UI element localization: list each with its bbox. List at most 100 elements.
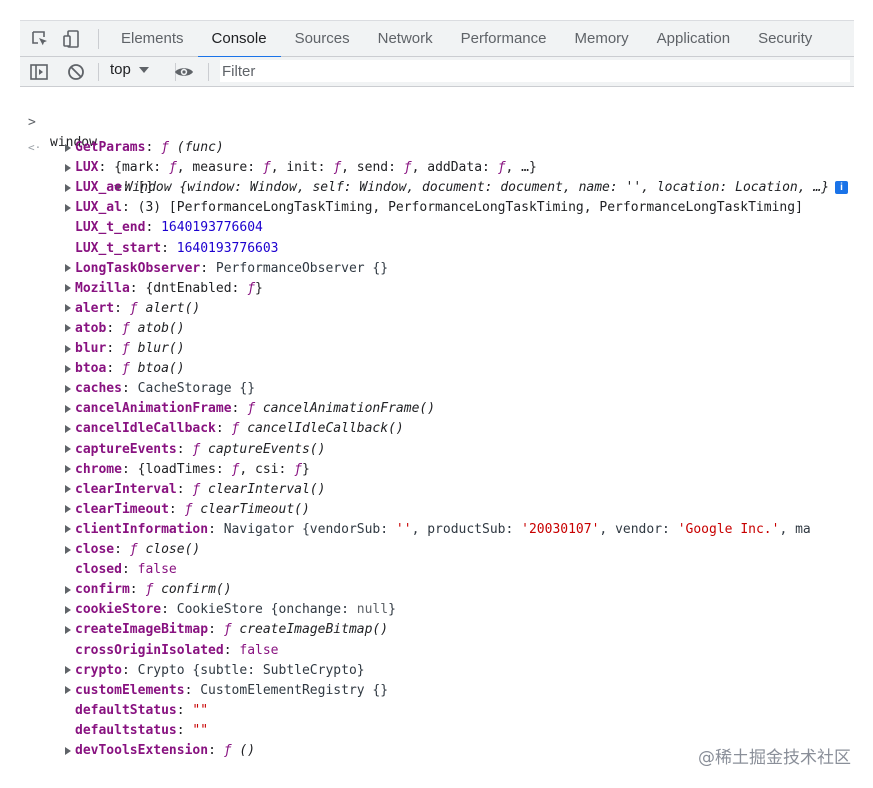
- property-row[interactable]: clearTimeout: ƒ clearTimeout(): [65, 500, 310, 520]
- expand-triangle-icon[interactable]: [65, 324, 71, 333]
- property-key: GetParams: [75, 140, 146, 155]
- property-row[interactable]: cancelIdleCallback: ƒ cancelIdleCallback…: [65, 419, 404, 439]
- property-value-part: , productSub:: [411, 521, 522, 537]
- expand-triangle-icon[interactable]: [65, 505, 71, 514]
- property-row[interactable]: cancelAnimationFrame: ƒ cancelAnimationF…: [65, 399, 435, 419]
- expand-triangle-icon[interactable]: [65, 284, 71, 293]
- property-row[interactable]: Mozilla: {dntEnabled: ƒ}: [65, 279, 263, 299]
- devtools-panel: Elements Console Sources Network Perform…: [20, 20, 854, 768]
- property-value-part: , csi:: [239, 461, 295, 477]
- property-key: atob: [75, 320, 107, 336]
- property-row[interactable]: devToolsExtension: ƒ (): [65, 741, 255, 761]
- property-value-part: Crypto {subtle: SubtleCrypto}: [137, 662, 365, 678]
- sidebar-toggle-icon[interactable]: [29, 62, 49, 82]
- property-value-part: 'Google Inc.': [677, 521, 780, 537]
- context-selector[interactable]: top: [110, 61, 151, 78]
- info-icon[interactable]: i: [835, 181, 849, 194]
- property-row[interactable]: cookieStore: CookieStore {onchange: null…: [65, 600, 396, 620]
- property-value-part: []: [137, 180, 154, 196]
- expand-triangle-icon[interactable]: [65, 485, 71, 494]
- property-row[interactable]: alert: ƒ alert(): [65, 299, 200, 319]
- property-row[interactable]: chrome: {loadTimes: ƒ, csi: ƒ}: [65, 460, 310, 480]
- key-separator: :: [121, 180, 138, 196]
- property-row[interactable]: GetParams: ƒ (func): [65, 138, 224, 158]
- expand-triangle-icon[interactable]: [65, 585, 71, 594]
- expand-triangle-icon[interactable]: [65, 746, 71, 755]
- property-row[interactable]: LUX: {mark: ƒ, measure: ƒ, init: ƒ, send…: [65, 158, 537, 178]
- property-row[interactable]: crypto: Crypto {subtle: SubtleCrypto}: [65, 661, 365, 681]
- property-value-part: (): [231, 743, 256, 758]
- property-row[interactable]: LongTaskObserver: PerformanceObserver {}: [65, 259, 388, 279]
- expand-triangle-icon[interactable]: [65, 344, 71, 353]
- device-toggle-icon[interactable]: [62, 29, 82, 49]
- property-key: close: [75, 542, 115, 557]
- expand-triangle-icon[interactable]: [65, 465, 71, 474]
- expand-triangle-icon[interactable]: [65, 525, 71, 534]
- inspect-element-icon[interactable]: [30, 29, 50, 49]
- property-row[interactable]: captureEvents: ƒ captureEvents(): [65, 440, 325, 460]
- property-row[interactable]: LUX_ae: []: [65, 178, 153, 198]
- expand-triangle-icon[interactable]: [65, 424, 71, 433]
- property-row[interactable]: clientInformation: Navigator {vendorSub:…: [65, 520, 811, 540]
- property-row[interactable]: caches: CacheStorage {}: [65, 379, 255, 399]
- property-value-part: {loadTimes:: [137, 461, 232, 477]
- expand-triangle-icon[interactable]: [65, 605, 71, 614]
- watermark-text: @稀土掘金技术社区: [698, 748, 851, 768]
- property-row[interactable]: customElements: CustomElementRegistry {}: [65, 681, 388, 701]
- property-value-part: ƒ: [247, 280, 256, 296]
- property-row[interactable]: atob: ƒ atob(): [65, 319, 185, 339]
- tab-sources[interactable]: Sources: [281, 21, 364, 57]
- expand-triangle-icon[interactable]: [65, 264, 71, 273]
- expand-triangle-icon[interactable]: [65, 203, 71, 212]
- expand-triangle-icon[interactable]: [65, 143, 71, 152]
- property-row[interactable]: confirm: ƒ confirm(): [65, 580, 232, 600]
- tab-application[interactable]: Application: [643, 21, 744, 57]
- property-key: LUX_ae: [75, 180, 122, 196]
- property-value-part: confirm(): [153, 582, 232, 598]
- property-value-part: ƒ: [121, 361, 130, 377]
- tab-elements[interactable]: Elements: [107, 21, 198, 57]
- property-row: defaultStatus: "": [65, 701, 208, 721]
- expand-triangle-icon[interactable]: [65, 625, 71, 634]
- tab-memory[interactable]: Memory: [561, 21, 643, 57]
- expand-triangle-icon[interactable]: [65, 364, 71, 373]
- key-separator: :: [208, 743, 224, 758]
- property-key: LongTaskObserver: [75, 260, 201, 276]
- property-key: closed: [75, 562, 122, 578]
- key-separator: :: [168, 501, 185, 517]
- tab-performance[interactable]: Performance: [447, 21, 561, 57]
- tab-console[interactable]: Console: [197, 21, 281, 58]
- property-row: LUX_t_start: 1640193776603: [65, 239, 279, 259]
- expand-triangle-icon[interactable]: [65, 163, 71, 172]
- return-arrow-icon: <·: [28, 141, 42, 154]
- expand-triangle-icon[interactable]: [65, 666, 71, 675]
- clear-console-icon[interactable]: [66, 62, 86, 82]
- property-row[interactable]: LUX_al: (3) [PerformanceLongTaskTiming, …: [65, 198, 803, 218]
- property-row[interactable]: btoa: ƒ btoa(): [65, 359, 185, 379]
- property-row[interactable]: close: ƒ close(): [65, 540, 200, 560]
- filter-input[interactable]: [220, 60, 850, 82]
- key-separator: :: [215, 421, 232, 437]
- tab-security[interactable]: Security: [744, 21, 826, 57]
- expand-triangle-icon[interactable]: [65, 304, 71, 313]
- expand-triangle-icon[interactable]: [65, 384, 71, 393]
- property-value-part: ƒ: [129, 542, 138, 557]
- expand-triangle-icon[interactable]: [65, 686, 71, 695]
- property-value-part: false: [239, 642, 279, 658]
- console-output[interactable]: > window <· Window {window: Window, self…: [20, 87, 854, 768]
- console-result-line[interactable]: <· Window {window: Window, self: Window,…: [20, 118, 849, 195]
- property-key: LUX_t_end: [75, 220, 146, 236]
- expand-triangle-icon[interactable]: [65, 445, 71, 453]
- expand-triangle-icon[interactable]: [65, 404, 71, 413]
- property-row[interactable]: clearInterval: ƒ clearInterval(): [65, 480, 325, 500]
- expand-triangle-icon[interactable]: [65, 545, 71, 554]
- eye-icon[interactable]: [174, 62, 194, 82]
- tab-network[interactable]: Network: [364, 21, 447, 57]
- key-separator: :: [161, 602, 177, 618]
- property-row[interactable]: blur: ƒ blur(): [65, 339, 185, 359]
- property-value-part: ƒ: [403, 160, 412, 176]
- property-row[interactable]: createImageBitmap: ƒ createImageBitmap(): [65, 620, 388, 640]
- property-value-part: ƒ: [129, 300, 138, 316]
- key-separator: :: [114, 300, 130, 316]
- expand-triangle-icon[interactable]: [65, 183, 71, 192]
